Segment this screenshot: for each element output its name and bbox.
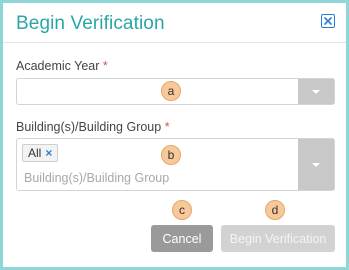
- dialog-title: Begin Verification: [16, 13, 165, 34]
- academic-year-select[interactable]: a: [16, 78, 335, 105]
- tag-label: All: [28, 146, 42, 160]
- begin-verification-dialog: Begin Verification Academic Year * a Bui…: [3, 3, 346, 267]
- required-marker: *: [102, 59, 108, 73]
- annotation-marker-c: c: [172, 200, 192, 220]
- begin-verification-button[interactable]: Begin Verification: [221, 225, 335, 252]
- tag-remove-icon[interactable]: ×: [45, 146, 52, 160]
- selected-tag-all: All ×: [22, 144, 59, 162]
- chevron-down-icon: [312, 162, 320, 167]
- required-marker: *: [164, 120, 170, 134]
- annotation-marker-b: b: [161, 145, 181, 165]
- building-multiselect[interactable]: All × b Building(s)/Building Group: [16, 138, 335, 191]
- building-dropdown-button[interactable]: [298, 139, 334, 190]
- building-label: Building(s)/Building Group *: [16, 120, 170, 134]
- annotation-marker-a: a: [161, 81, 181, 101]
- chevron-down-icon: [312, 89, 320, 94]
- academic-year-label: Academic Year *: [16, 59, 108, 73]
- cancel-button[interactable]: Cancel: [151, 225, 213, 252]
- academic-year-dropdown-button[interactable]: [298, 79, 334, 104]
- building-placeholder[interactable]: Building(s)/Building Group: [24, 171, 169, 185]
- academic-year-label-text: Academic Year: [16, 59, 100, 73]
- building-label-text: Building(s)/Building Group: [16, 120, 162, 134]
- close-button[interactable]: [321, 14, 335, 28]
- modal-frame: Begin Verification Academic Year * a Bui…: [0, 0, 349, 270]
- close-x-icon: [324, 17, 332, 25]
- annotation-marker-d: d: [265, 200, 285, 220]
- header-divider: [3, 42, 346, 43]
